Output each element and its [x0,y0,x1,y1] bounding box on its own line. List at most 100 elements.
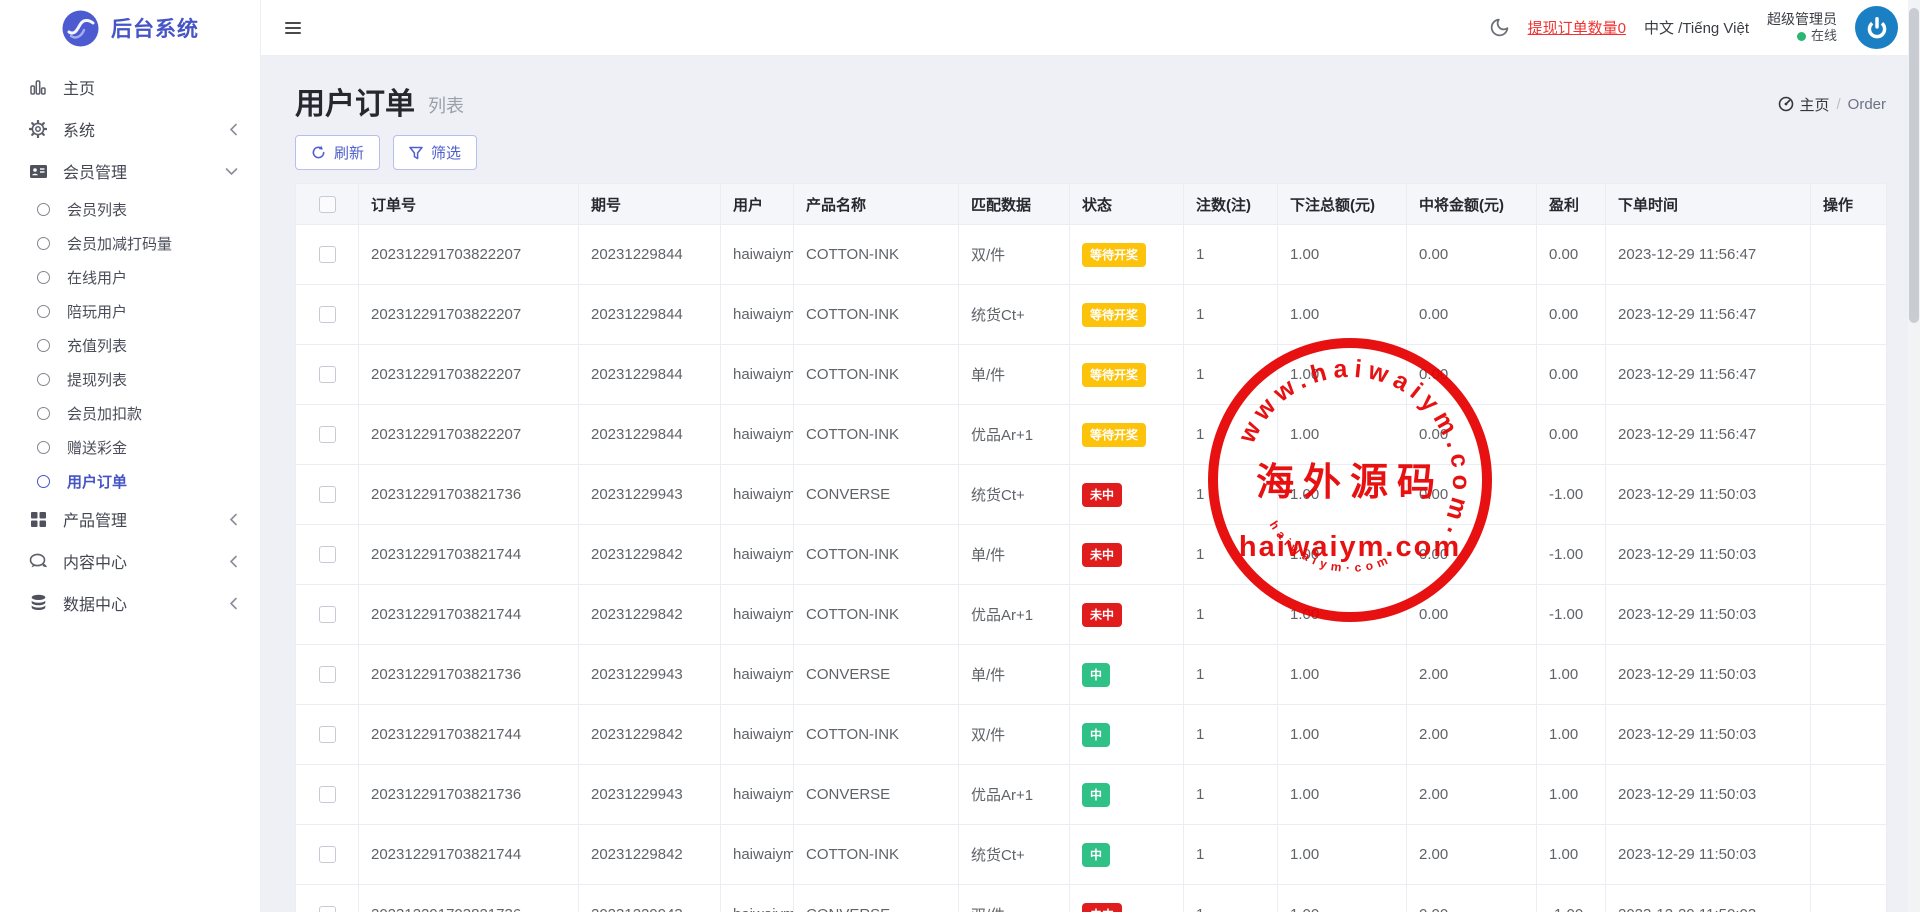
id-card-icon [28,161,48,181]
cell-time: 2023-12-29 11:50:03 [1606,765,1811,825]
status-badge: 未中 [1082,543,1122,567]
page-scrollbar-thumb[interactable] [1909,8,1919,323]
table-row: 202312291703822207 20231229844 haiwaiym … [296,345,1887,405]
cell-period: 20231229844 [579,225,721,285]
sidebar-item[interactable]: 会员管理 [0,150,260,192]
cell-order-no: 202312291703821736 [359,765,579,825]
cell-period: 20231229943 [579,885,721,912]
cell-order-no: 202312291703822207 [359,225,579,285]
row-checkbox[interactable] [319,846,336,863]
select-all-checkbox[interactable] [319,196,336,213]
row-checkbox[interactable] [319,666,336,683]
cell-user: haiwaiym [721,825,794,885]
dark-mode-moon-icon[interactable] [1489,17,1510,38]
cell-order-no: 202312291703821736 [359,645,579,705]
cell-profit: -1.00 [1537,465,1606,525]
sidebar-item[interactable]: 系统 [0,108,260,150]
row-checkbox[interactable] [319,306,336,323]
table-row: 202312291703821744 20231229842 haiwaiym … [296,705,1887,765]
page-scrollbar-track[interactable] [1908,0,1920,912]
status-badge: 未中 [1082,603,1122,627]
cell-time: 2023-12-29 11:50:03 [1606,885,1811,912]
sidebar-item-label: 充值列表 [67,335,238,356]
radio-circle-icon [37,271,50,284]
cell-time: 2023-12-29 11:56:47 [1606,285,1811,345]
cell-actions [1811,765,1887,825]
language-switcher[interactable]: 中文 /Tiếng Việt [1644,17,1749,38]
radio-circle-icon [37,475,50,488]
status-badge: 中 [1082,843,1110,867]
cell-total: 1.00 [1278,285,1407,345]
logout-power-button[interactable] [1855,6,1898,49]
radio-circle-icon [37,407,50,420]
cell-time: 2023-12-29 11:56:47 [1606,225,1811,285]
cell-product: COTTON-INK [794,285,959,345]
app-logo[interactable]: 后台系统 [0,0,260,56]
row-checkbox[interactable] [319,546,336,563]
withdraw-order-count-link[interactable]: 提现订单数量0 [1528,17,1626,38]
col-header-status: 状态 [1070,184,1184,225]
col-header-order-no: 订单号 [359,184,579,225]
radio-circle-icon [37,339,50,352]
row-checkbox[interactable] [319,426,336,443]
sidebar-item[interactable]: 数据中心 [0,582,260,624]
sidebar-item-label: 陪玩用户 [67,301,238,322]
cell-period: 20231229842 [579,525,721,585]
table-row: 202312291703821744 20231229842 haiwaiym … [296,525,1887,585]
row-checkbox[interactable] [319,786,336,803]
main-content: 用户订单 列表 主页 / Order 刷新 [261,56,1920,912]
hamburger-menu-icon[interactable] [285,19,301,37]
sidebar-item[interactable]: 产品管理 [0,498,260,540]
status-badge: 未中 [1082,483,1122,507]
row-checkbox[interactable] [319,906,336,912]
sidebar-item[interactable]: 在线用户 [0,260,260,294]
cell-period: 20231229842 [579,705,721,765]
col-header-win: 中将金额(元) [1407,184,1537,225]
cell-total: 1.00 [1278,345,1407,405]
cell-match: 统货Ct+ [959,825,1070,885]
sidebar-item[interactable]: 会员列表 [0,192,260,226]
sidebar-item[interactable]: 提现列表 [0,362,260,396]
cell-profit: -1.00 [1537,585,1606,645]
sidebar-item[interactable]: 陪玩用户 [0,294,260,328]
breadcrumb-home-link[interactable]: 主页 [1778,94,1829,115]
cell-match: 单/件 [959,645,1070,705]
refresh-button[interactable]: 刷新 [295,135,380,170]
chat-icon [28,551,48,571]
admin-name: 超级管理员 [1767,11,1837,29]
sidebar-item[interactable]: 充值列表 [0,328,260,362]
sidebar-item[interactable]: 主页 [0,66,260,108]
cell-bets: 1 [1184,585,1278,645]
cell-actions [1811,405,1887,465]
chevron-down-icon [225,167,238,176]
database-icon [28,593,48,613]
cell-win: 0.00 [1407,345,1537,405]
cell-order-no: 202312291703821744 [359,525,579,585]
sidebar-item[interactable]: 会员加扣款 [0,396,260,430]
cell-time: 2023-12-29 11:50:03 [1606,705,1811,765]
col-header-bets: 注数(注) [1184,184,1278,225]
row-checkbox[interactable] [319,246,336,263]
row-checkbox[interactable] [319,486,336,503]
row-checkbox[interactable] [319,726,336,743]
sidebar-item[interactable]: 会员加减打码量 [0,226,260,260]
cell-period: 20231229842 [579,585,721,645]
sidebar-item[interactable]: 内容中心 [0,540,260,582]
cell-match: 优品Ar+1 [959,405,1070,465]
sidebar-item-label: 会员列表 [67,199,238,220]
cell-actions [1811,645,1887,705]
sidebar-item[interactable]: 用户订单 [0,464,260,498]
sidebar-item[interactable]: 赠送彩金 [0,430,260,464]
toolbar: 刷新 筛选 [295,135,1886,170]
cell-profit: 1.00 [1537,645,1606,705]
filter-funnel-icon [409,146,423,160]
cell-match: 统货Ct+ [959,285,1070,345]
filter-button[interactable]: 筛选 [393,135,477,170]
row-checkbox[interactable] [319,366,336,383]
grid-icon [28,509,48,529]
breadcrumb-current: Order [1848,96,1886,113]
cell-product: COTTON-INK [794,705,959,765]
cell-user: haiwaiym [721,525,794,585]
row-checkbox[interactable] [319,606,336,623]
cell-total: 1.00 [1278,885,1407,912]
